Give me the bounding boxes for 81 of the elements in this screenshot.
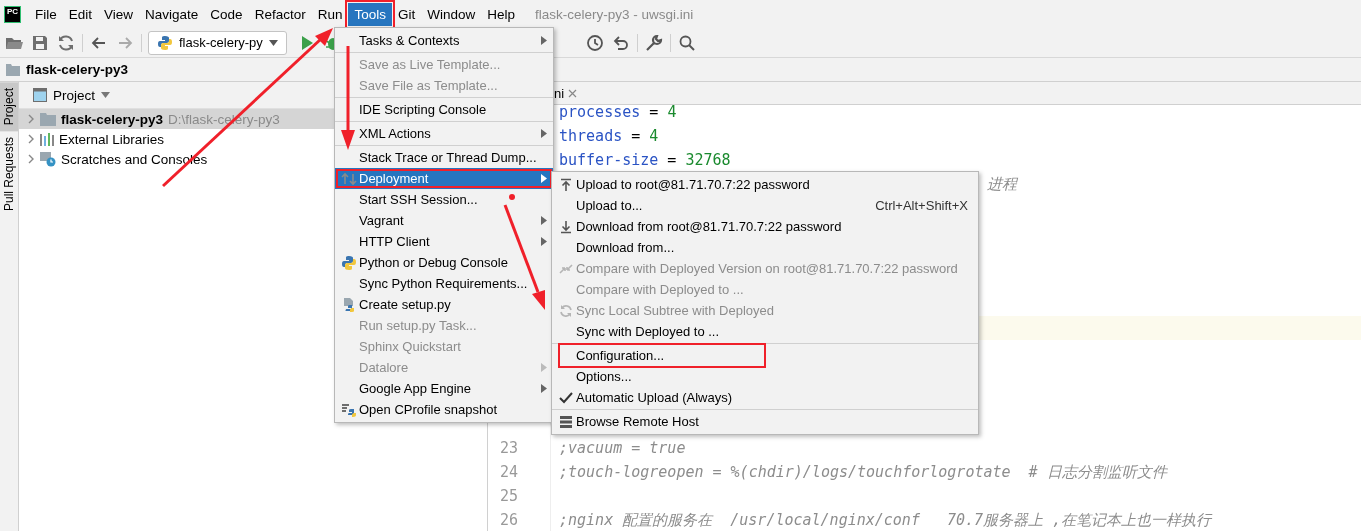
tool-window-tab[interactable]: Pull Requests	[0, 131, 18, 218]
line-number: 25	[500, 487, 519, 505]
server-icon	[559, 414, 573, 429]
run-configuration-dropdown[interactable]: flask-celery-py	[148, 30, 287, 55]
profiler-icon	[341, 401, 357, 418]
folder-icon	[40, 112, 56, 126]
code-text: =	[648, 105, 660, 121]
code-text: ;vacuum = true	[559, 439, 686, 457]
folder-icon	[6, 63, 20, 76]
shortcut-text: Ctrl+Alt+Shift+X	[875, 198, 969, 213]
menu-item[interactable]: Python or Debug Console	[335, 252, 553, 273]
annotation-dot	[509, 194, 515, 200]
menu-item[interactable]: View	[98, 2, 140, 26]
scratch-file-icon	[40, 151, 56, 167]
menu-item[interactable]: Navigate	[139, 2, 205, 26]
menu-item[interactable]: Download from root@81.71.70.7:22 password	[552, 216, 978, 237]
menu-item[interactable]: Create setup.py	[335, 294, 553, 315]
menu-item[interactable]: Browse Remote Host	[552, 411, 978, 432]
menu-item[interactable]: Git	[391, 2, 422, 26]
code-text: ;touch-logreopen = %(chdir)/logs/touchforlogrotate # 日志分割监听文件	[559, 462, 1167, 482]
close-icon[interactable]	[568, 88, 578, 98]
menu-item[interactable]: Upload to... Ctrl+Alt+Shift+X	[552, 195, 978, 216]
history-clock-icon[interactable]	[584, 32, 605, 53]
download-icon	[559, 219, 573, 234]
code-text: =	[630, 127, 642, 145]
menu-item[interactable]: Start SSH Session...	[335, 189, 553, 210]
menu-item[interactable]: HTTP Client	[335, 231, 553, 252]
menu-item[interactable]: IDE Scripting Console	[335, 99, 553, 120]
code-text: processes	[559, 105, 641, 121]
line-number: 26	[500, 511, 519, 529]
menu-item[interactable]: Configuration...	[552, 345, 978, 366]
view-selector[interactable]: Project	[27, 86, 117, 104]
menu-item[interactable]: Edit	[62, 2, 99, 26]
library-bars-icon	[40, 132, 54, 146]
menu-item[interactable]: XML Actions	[335, 123, 553, 144]
code-text: buffer-size	[559, 151, 659, 169]
menu-item[interactable]: Window	[421, 2, 482, 26]
window-title: flask-celery-py3 - uwsgi.ini	[535, 6, 694, 22]
deploy-arrows-icon	[341, 170, 357, 187]
menu-item[interactable]: Vagrant	[335, 210, 553, 231]
menu-item[interactable]: Deployment	[335, 168, 553, 189]
menu-item[interactable]: Sync Python Requirements...	[335, 273, 553, 294]
menu-item[interactable]: Automatic Upload (Always)	[552, 387, 978, 408]
menu-item[interactable]: Tasks & Contexts	[335, 30, 553, 51]
menu-item[interactable]: Sync with Deployed to ...	[552, 321, 978, 342]
upload-icon	[559, 177, 573, 192]
code-text: 4	[667, 105, 677, 121]
window-icon	[33, 88, 47, 102]
menu-item[interactable]: Stack Trace or Thread Dump...	[335, 147, 553, 168]
menu-item[interactable]: Google App Engine	[335, 378, 553, 399]
caret-icon	[268, 39, 278, 46]
menu-item[interactable]: Options...	[552, 366, 978, 387]
compare-arrows-icon	[559, 261, 573, 276]
menu-item[interactable]: Run	[311, 2, 349, 26]
code-text: threads	[559, 127, 623, 145]
menu-item[interactable]: Upload to root@81.71.70.7:22 password	[552, 174, 978, 195]
sync-icon[interactable]	[56, 32, 76, 53]
code-text: 32768	[685, 151, 731, 169]
code-text: ;nginx 配置的服务在 /usr/local/nginx/conf 70.7服务器上 ,在笔记本上也一样执行	[559, 510, 1212, 530]
line-number: 24	[500, 463, 519, 481]
menu-item[interactable]: Download from...	[552, 237, 978, 258]
tool-window-tab[interactable]: Project	[0, 82, 18, 132]
menu-item[interactable]: File	[29, 2, 63, 26]
menu-item[interactable]: Help	[481, 2, 521, 26]
menu-item[interactable]: Refactor	[248, 2, 312, 26]
editor-tab[interactable]: ni	[554, 85, 578, 101]
line-number: 23	[500, 439, 519, 457]
menu-item[interactable]: Tools	[348, 2, 392, 26]
code-text: 进程	[987, 174, 1017, 194]
python-icon	[341, 254, 357, 271]
python-icon	[157, 34, 173, 51]
app-logo: PC	[4, 5, 21, 23]
breadcrumb-item[interactable]: flask-celery-py3	[26, 62, 129, 77]
code-text: 4	[649, 127, 659, 145]
python-file-icon	[341, 296, 357, 313]
menu-item[interactable]: Open CProfile snapshot	[335, 399, 553, 420]
code-text: =	[666, 151, 678, 169]
sync-icon	[559, 303, 573, 318]
menu-item[interactable]: Code	[204, 2, 249, 26]
caret-icon	[101, 92, 111, 98]
run-configuration-name: flask-celery-py	[179, 35, 263, 50]
